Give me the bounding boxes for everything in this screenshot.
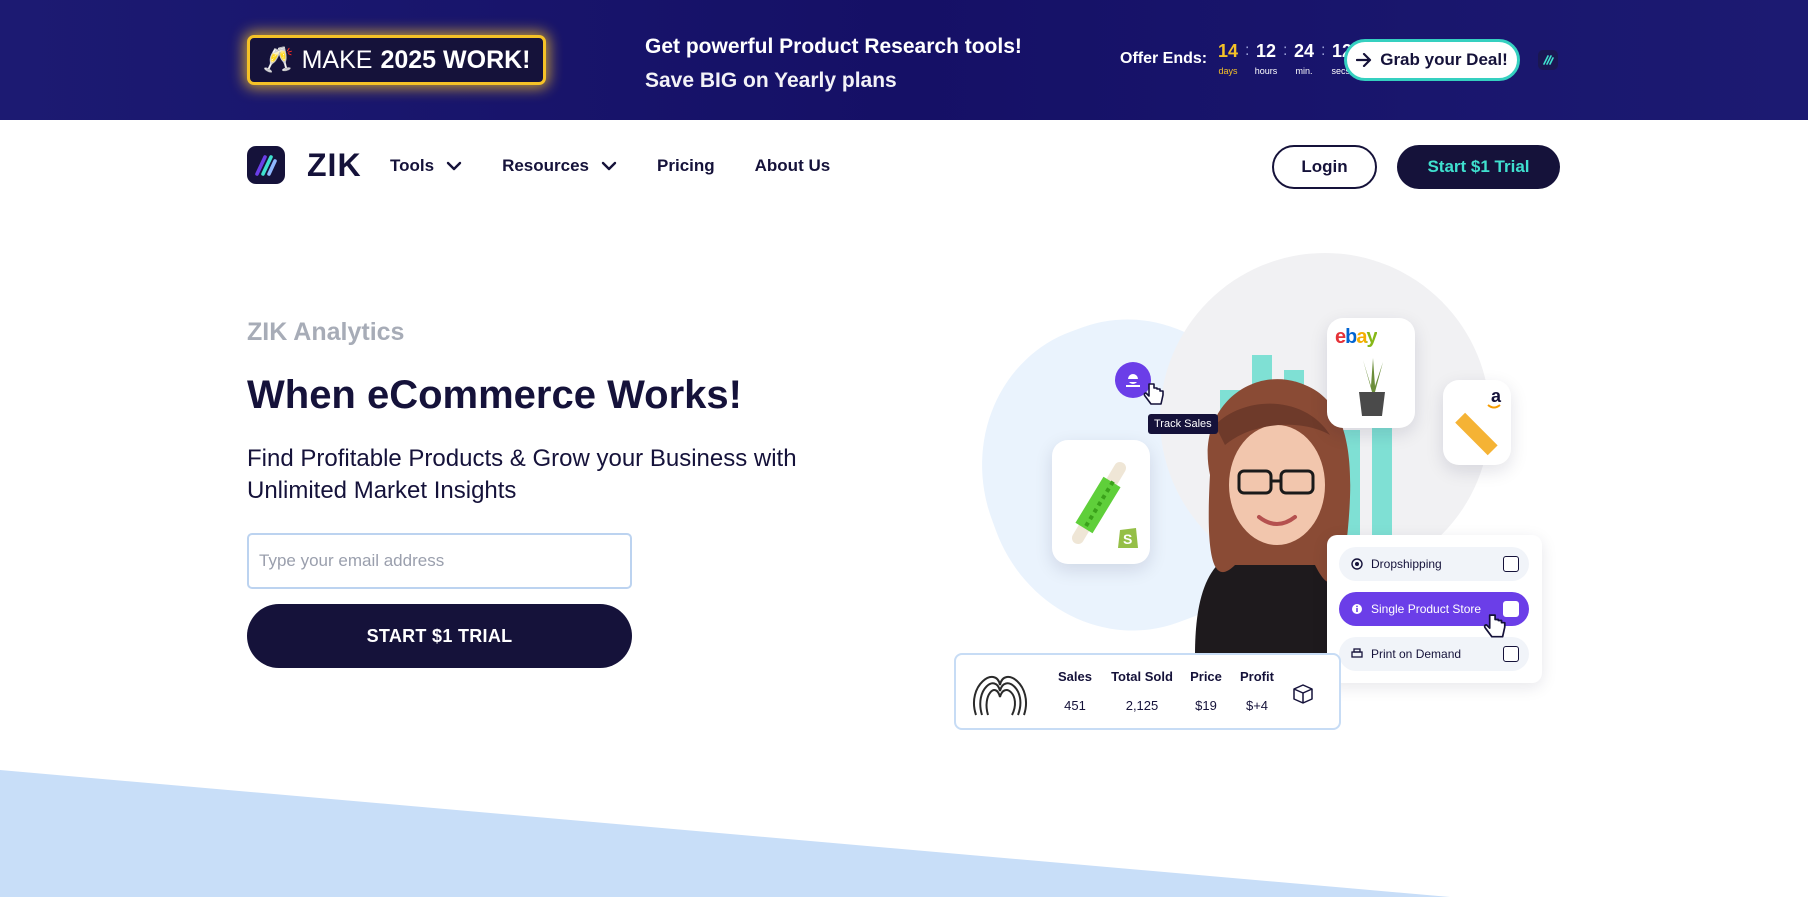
checkbox[interactable] (1503, 556, 1519, 572)
stat-label: Total Sold (1111, 669, 1173, 684)
stat-value: $+4 (1245, 698, 1269, 713)
promo-badge-prefix: MAKE (301, 45, 373, 74)
stat-profit: Profit $+4 (1232, 669, 1282, 713)
start-trial-hero-button[interactable]: START $1 TRIAL (247, 604, 632, 668)
cursor-hand-icon (1143, 383, 1164, 405)
brand-name: ZIK (307, 146, 362, 183)
stat-value: 451 (1064, 698, 1086, 713)
grab-deal-label: Grab your Deal! (1380, 50, 1508, 69)
login-button[interactable]: Login (1272, 145, 1377, 189)
ebay-logo: ebay (1335, 326, 1378, 349)
stat-value: $19 (1195, 698, 1217, 713)
svg-text:S: S (1123, 531, 1132, 547)
countdown-label: days (1218, 66, 1238, 76)
nav-tools-label: Tools (390, 156, 435, 175)
hero-illustration: Track Sales ebay a S Dropshipping Single… (940, 250, 1560, 740)
plant-pot-icon (1359, 358, 1385, 416)
box-icon (1293, 684, 1313, 704)
countdown-separator: : (1245, 42, 1250, 59)
shopify-icon: S (1118, 528, 1138, 548)
option-label: Print on Demand (1371, 647, 1462, 661)
countdown-days: 14 days (1213, 40, 1243, 76)
promo-text: Get powerful Product Research tools! Sav… (645, 30, 1022, 98)
grab-deal-button[interactable]: Grab your Deal! (1344, 39, 1520, 81)
chevron-down-icon (601, 161, 617, 171)
business-model-options: Dropshipping Single Product Store Print … (1327, 535, 1542, 683)
champagne-icon: 🥂 (262, 45, 294, 74)
hero-headline: When eCommerce Works! (247, 373, 742, 417)
shopify-product-card: S (1052, 440, 1150, 564)
product-stats-card: Sales 451 Total Sold 2,125 Price $19 Pro… (954, 653, 1341, 730)
dropshipping-icon (1351, 558, 1363, 570)
nav-links: Tools Resources Pricing About Us (390, 156, 870, 176)
option-label: Single Product Store (1371, 602, 1482, 616)
nav-about-us[interactable]: About Us (755, 156, 831, 176)
countdown-hours: 12 hours (1251, 40, 1281, 76)
zik-logo-icon (247, 146, 285, 184)
cursor-hand-icon (1483, 614, 1506, 638)
printer-icon (1351, 648, 1363, 658)
checkbox[interactable] (1503, 646, 1519, 662)
ruler-icon (1455, 412, 1498, 456)
nav-tools[interactable]: Tools (390, 156, 462, 176)
nav-resources-label: Resources (502, 156, 590, 175)
start-trial-nav-button[interactable]: Start $1 Trial (1397, 145, 1560, 189)
email-input[interactable] (247, 533, 632, 589)
hero-eyebrow: ZIK Analytics (247, 318, 405, 346)
countdown: 14 days : 12 hours : 24 min. : 12 secs. (1213, 40, 1357, 76)
nav-pricing-label: Pricing (657, 156, 715, 175)
promo-badge: 🥂 MAKE 2025 WORK! (247, 35, 546, 85)
ebay-product-card: ebay (1327, 318, 1415, 428)
promo-line-1: Get powerful Product Research tools! (645, 35, 1022, 58)
nav-resources[interactable]: Resources (502, 156, 617, 176)
countdown-minutes: 24 min. (1289, 40, 1319, 76)
nav-about-label: About Us (754, 156, 831, 175)
promo-badge-bold: 2025 WORK! (380, 45, 531, 74)
countdown-value: 12 (1255, 41, 1277, 61)
promo-banner: 🥂 MAKE 2025 WORK! Get powerful Product R… (0, 0, 1808, 120)
section-divider-wedge (0, 770, 1450, 897)
option-print-on-demand[interactable]: Print on Demand (1339, 637, 1529, 671)
brand-logo[interactable]: ZIK (247, 146, 362, 184)
ebay-logo-text: ebay (1335, 326, 1378, 348)
arrow-right-icon (1356, 53, 1372, 67)
stat-price: Price $19 (1186, 669, 1226, 713)
amazon-product-card: a (1443, 380, 1511, 465)
cable-product-icon (973, 676, 1027, 716)
top-nav: ZIK Tools Resources Pricing About Us Log… (0, 120, 1808, 212)
info-icon (1352, 604, 1362, 614)
countdown-separator: : (1321, 42, 1326, 59)
nav-pricing[interactable]: Pricing (657, 156, 715, 176)
promo-line-2: Save BIG on Yearly plans (645, 69, 897, 92)
countdown-separator: : (1283, 42, 1288, 59)
countdown-value: 24 (1293, 41, 1315, 61)
hero-subhead: Find Profitable Products & Grow your Bus… (247, 445, 797, 504)
stat-label: Profit (1240, 669, 1274, 684)
track-sales-tooltip: Track Sales (1148, 414, 1218, 434)
stat-label: Sales (1058, 669, 1092, 684)
stat-total-sold: Total Sold 2,125 (1106, 669, 1178, 713)
zik-logo-small-icon[interactable] (1538, 50, 1558, 70)
option-dropshipping[interactable]: Dropshipping (1339, 547, 1529, 581)
countdown-label: hours (1254, 66, 1278, 76)
chevron-down-icon (446, 161, 462, 171)
countdown-label: min. (1295, 66, 1313, 76)
countdown-value: 14 (1217, 41, 1239, 61)
stat-value: 2,125 (1125, 698, 1159, 713)
stat-sales: Sales 451 (1052, 669, 1098, 713)
option-label: Dropshipping (1371, 557, 1442, 571)
offer-ends-label: Offer Ends: (1120, 50, 1208, 67)
stat-label: Price (1190, 669, 1222, 684)
